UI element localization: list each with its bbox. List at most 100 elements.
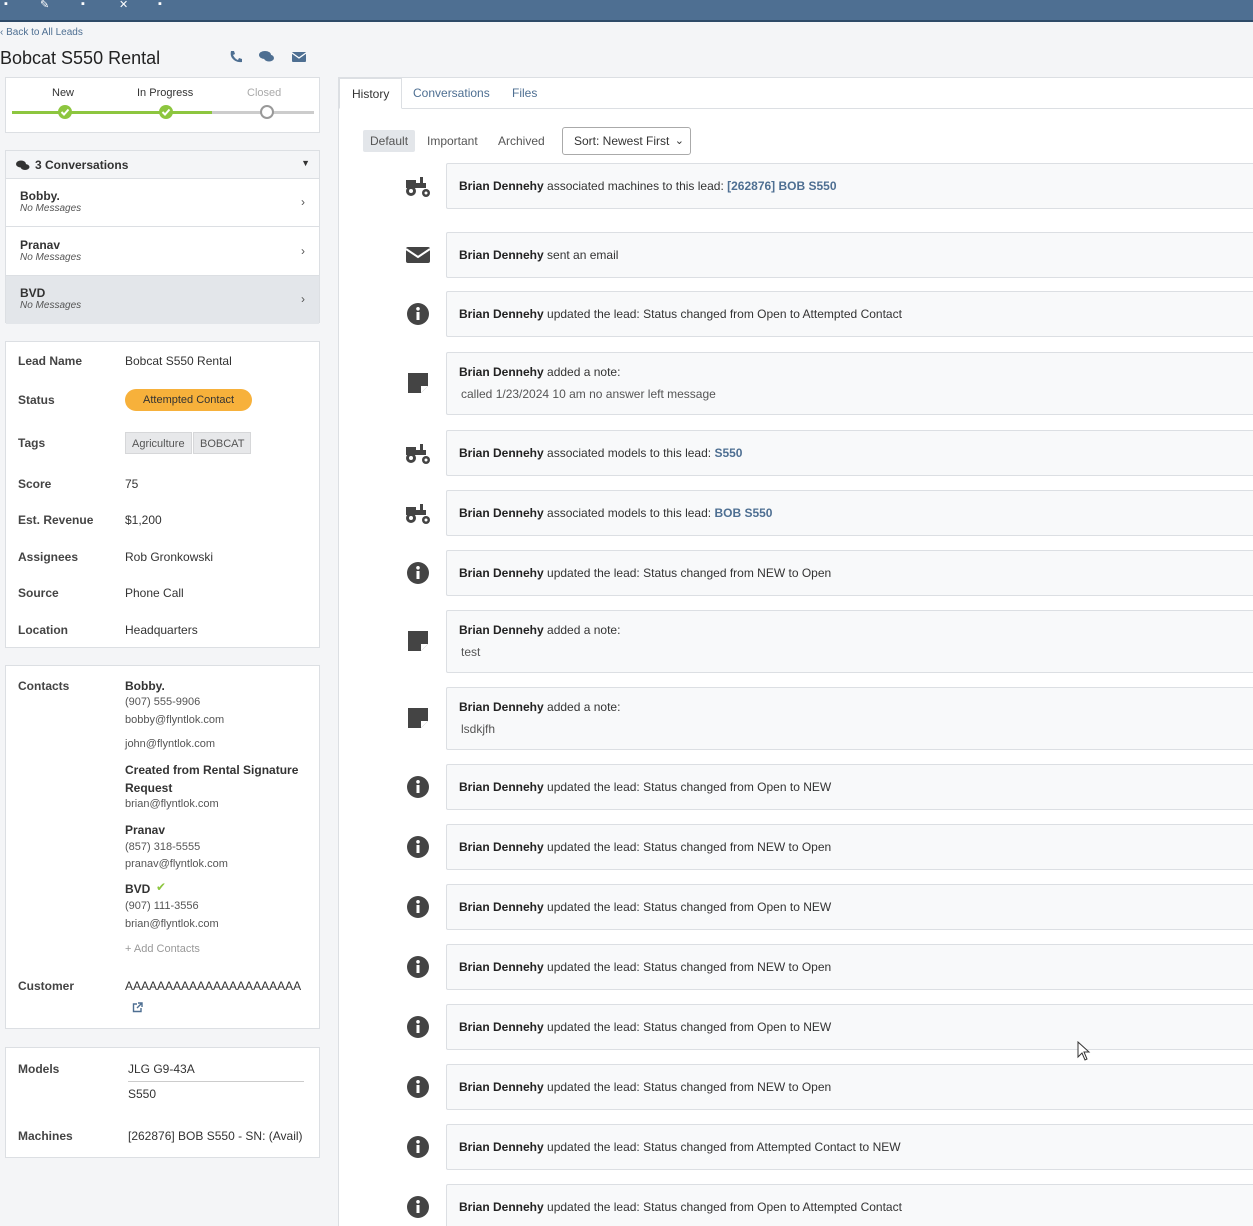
contact-name[interactable]: Bobby. [125, 679, 165, 693]
contact-phone[interactable]: (907) 111-3556 [125, 900, 199, 912]
envelope-icon [403, 240, 433, 270]
save-icon[interactable]: ▪ [4, 0, 18, 10]
contact-name[interactable]: Pranav [125, 823, 165, 837]
model-item[interactable]: S550 [128, 1087, 156, 1101]
score-value: 75 [125, 477, 139, 491]
history-author[interactable]: Brian Dennehy [459, 840, 544, 854]
add-contacts-button[interactable]: + Add Contacts [125, 943, 200, 955]
history-entry[interactable]: Brian Dennehy added a note: called 1/23/2… [446, 352, 1253, 415]
tab-conversations[interactable]: Conversations [401, 78, 502, 109]
history-entry[interactable]: Brian Dennehy updated the lead: Status c… [446, 1124, 1253, 1170]
conversations-header[interactable]: 3 Conversations ▼ [6, 151, 319, 179]
history-entry[interactable]: Brian Dennehy sent an email [446, 232, 1253, 278]
history-entry[interactable]: Brian Dennehy updated the lead: Status c… [446, 1064, 1253, 1110]
stage-progress: New In Progress Closed [5, 77, 320, 133]
contact-name-cont[interactable]: Request [125, 781, 172, 795]
history-author[interactable]: Brian Dennehy [459, 1020, 544, 1034]
history-text: Brian Dennehy updated the lead: Status c… [459, 960, 831, 974]
mouse-cursor-icon [1077, 1041, 1091, 1061]
stage-in-progress-check-icon[interactable] [159, 105, 173, 119]
verified-check-icon: ✔ [156, 880, 167, 894]
history-entry[interactable]: Brian Dennehy added a note: test [446, 610, 1253, 673]
conversation-item-bvd[interactable]: BVD No Messages › [6, 276, 319, 324]
conversation-item-bobby[interactable]: Bobby. No Messages › [6, 179, 319, 227]
history-entry[interactable]: Brian Dennehy updated the lead: Status c… [446, 550, 1253, 596]
history-entry[interactable]: Brian Dennehy updated the lead: Status c… [446, 764, 1253, 810]
history-author[interactable]: Brian Dennehy [459, 307, 544, 321]
conversation-item-pranav[interactable]: Pranav No Messages › [6, 228, 319, 276]
tag-bobcat[interactable]: BOBCAT [193, 432, 252, 454]
back-to-leads-link[interactable]: ‹ Back to All Leads [0, 27, 83, 38]
envelope-icon[interactable] [291, 50, 307, 64]
customer-value[interactable]: AAAAAAAAAAAAAAAAAAAAAA [125, 979, 301, 993]
history-panel: History Conversations Files Default Impo… [338, 77, 1253, 1226]
contact-email[interactable]: brian@flyntlok.com [125, 918, 219, 930]
history-entry[interactable]: Brian Dennehy updated the lead: Status c… [446, 884, 1253, 930]
history-entry[interactable]: Brian Dennehy updated the lead: Status c… [446, 944, 1253, 990]
close-icon[interactable]: ✕ [119, 0, 133, 11]
history-entry[interactable]: Brian Dennehy updated the lead: Status c… [446, 291, 1253, 337]
revenue-value: $1,200 [125, 513, 162, 527]
comments-icon[interactable] [259, 50, 275, 64]
cart-icon[interactable]: ▪ [81, 0, 95, 10]
history-entry[interactable]: Brian Dennehy added a note: lsdkjfh [446, 687, 1253, 750]
history-entry[interactable]: Brian Dennehy updated the lead: Status c… [446, 824, 1253, 870]
history-author[interactable]: Brian Dennehy [459, 1200, 544, 1214]
history-entry[interactable]: Brian Dennehy associated models to this … [446, 490, 1253, 536]
score-label: Score [18, 477, 52, 491]
history-author[interactable]: Brian Dennehy [459, 1140, 544, 1154]
contact-phone[interactable]: (857) 318-5555 [125, 841, 200, 853]
history-author[interactable]: Brian Dennehy [459, 446, 544, 460]
phone-icon[interactable] [228, 50, 244, 64]
contact-email[interactable]: pranav@flyntlok.com [125, 858, 228, 870]
history-author[interactable]: Brian Dennehy [459, 700, 544, 714]
history-text: Brian Dennehy added a note: [459, 623, 620, 637]
stage-closed-circle-icon[interactable] [260, 105, 274, 119]
history-author[interactable]: Brian Dennehy [459, 960, 544, 974]
history-entry[interactable]: Brian Dennehy associated models to this … [446, 430, 1253, 476]
history-author[interactable]: Brian Dennehy [459, 900, 544, 914]
contact-email[interactable]: john@flyntlok.com [125, 738, 215, 750]
contact-phone[interactable]: (907) 555-9906 [125, 696, 200, 708]
filter-default[interactable]: Default [363, 130, 416, 152]
contact-email[interactable]: brian@flyntlok.com [125, 798, 219, 810]
history-author[interactable]: Brian Dennehy [459, 179, 544, 193]
tab-files[interactable]: Files [500, 78, 549, 109]
contact-name[interactable]: Created from Rental Signature [125, 763, 298, 777]
history-entry[interactable]: Brian Dennehy updated the lead: Status c… [446, 1004, 1253, 1050]
history-author[interactable]: Brian Dennehy [459, 566, 544, 580]
history-action: updated the lead: Status changed from NE… [543, 960, 832, 974]
history-author[interactable]: Brian Dennehy [459, 1080, 544, 1094]
sort-select[interactable]: Sort: Newest First ⌄ [562, 127, 691, 155]
stage-new-check-icon[interactable] [58, 105, 72, 119]
history-entry[interactable]: Brian Dennehy associated machines to thi… [446, 163, 1253, 209]
history-author[interactable]: Brian Dennehy [459, 248, 544, 262]
model-item[interactable]: JLG G9-43A [128, 1062, 195, 1076]
contact-email[interactable]: bobby@flyntlok.com [125, 714, 224, 726]
tab-history[interactable]: History [339, 78, 403, 109]
history-action: updated the lead: Status changed from At… [543, 1140, 901, 1154]
filter-important[interactable]: Important [420, 130, 485, 152]
history-author[interactable]: Brian Dennehy [459, 506, 544, 520]
history-author[interactable]: Brian Dennehy [459, 365, 544, 379]
contacts-panel: Contacts Bobby. (907) 555-9906 bobby@fly… [5, 665, 320, 1029]
lead-details-panel: Lead Name Bobcat S550 Rental Status Atte… [5, 341, 320, 648]
external-link-icon[interactable] [132, 1002, 143, 1013]
contact-name[interactable]: BVD [125, 882, 150, 896]
history-author[interactable]: Brian Dennehy [459, 780, 544, 794]
info-icon [403, 1192, 433, 1222]
history-link[interactable]: S550 [714, 446, 742, 460]
location-label: Location [18, 623, 68, 637]
copy-icon[interactable]: ▪ [158, 0, 172, 10]
edit-icon[interactable]: ✎ [40, 0, 54, 11]
history-entry[interactable]: Brian Dennehy updated the lead: Status c… [446, 1184, 1253, 1226]
history-link[interactable]: BOB S550 [714, 506, 772, 520]
machines-value[interactable]: [262876] BOB S550 - SN: (Avail) [128, 1129, 303, 1143]
status-badge[interactable]: Attempted Contact [125, 389, 253, 411]
chevron-down-icon: ⌄ [674, 135, 684, 147]
history-link[interactable]: [262876] BOB S550 [727, 179, 836, 193]
tag-agriculture[interactable]: Agriculture [125, 432, 192, 454]
info-icon [403, 892, 433, 922]
history-author[interactable]: Brian Dennehy [459, 623, 544, 637]
filter-archived[interactable]: Archived [491, 130, 552, 152]
